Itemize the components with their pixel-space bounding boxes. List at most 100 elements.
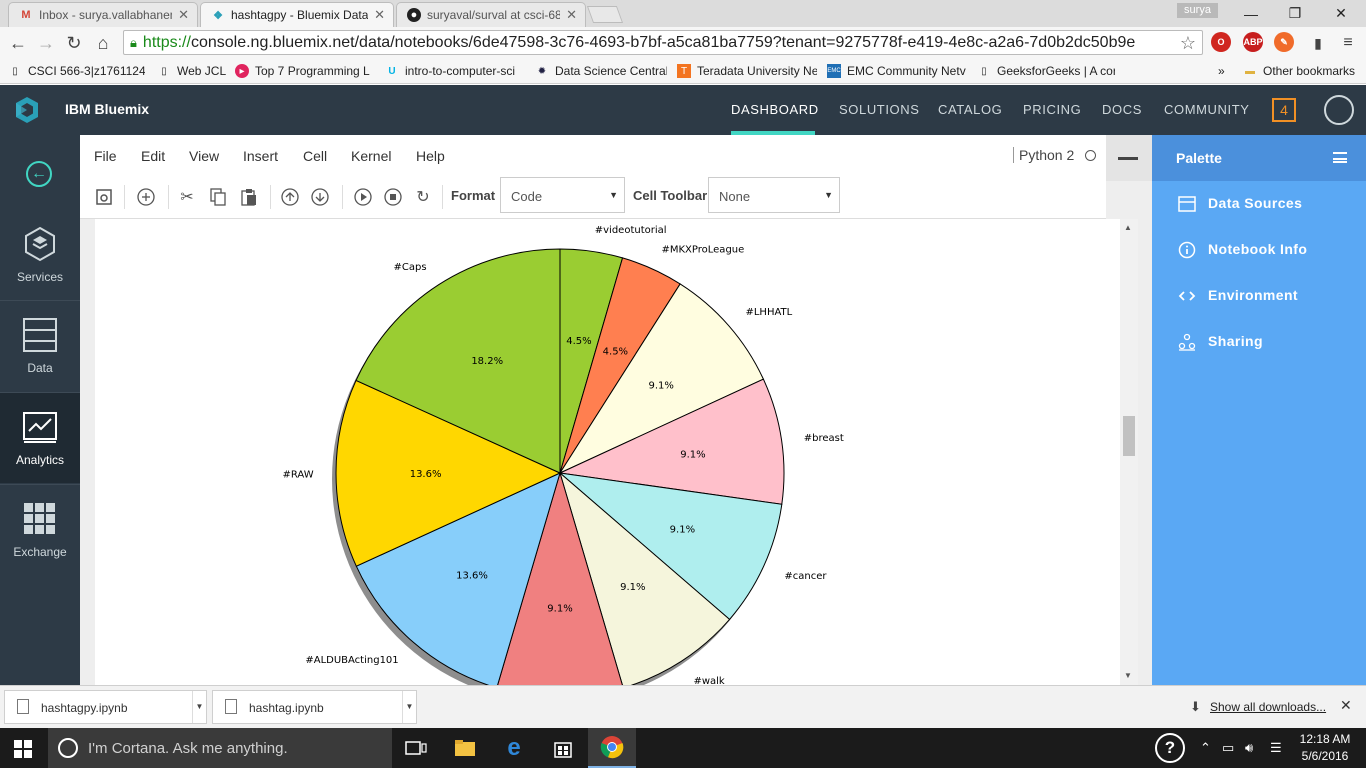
chrome-icon[interactable]: [588, 728, 636, 768]
chevron-down-icon[interactable]: ▼: [402, 691, 416, 723]
nav-docs[interactable]: DOCS: [1102, 102, 1142, 117]
download-item[interactable]: hashtag.ipynb ▼: [212, 690, 417, 724]
rail-item-services[interactable]: Services: [0, 210, 80, 300]
home-icon[interactable]: ⌂: [91, 31, 115, 55]
tab-gmail[interactable]: M Inbox - surya.vallabhaneni ✕: [8, 2, 198, 27]
bookmark-star-icon[interactable]: ☆: [1180, 33, 1196, 54]
rail-item-data[interactable]: Data: [0, 301, 80, 391]
edge-icon[interactable]: e: [490, 728, 538, 768]
menu-edit[interactable]: Edit: [141, 148, 165, 164]
copy-icon[interactable]: [209, 188, 227, 206]
menu-icon[interactable]: ≡: [1336, 31, 1360, 55]
menu-view[interactable]: View: [189, 148, 219, 164]
clock[interactable]: 12:18 AM 5/6/2016: [1290, 731, 1360, 765]
palette-item-notebook-info[interactable]: Notebook Info: [1152, 238, 1366, 262]
restore-icon[interactable]: ❐: [1272, 0, 1318, 27]
menu-help[interactable]: Help: [416, 148, 445, 164]
close-icon[interactable]: ✕: [1340, 697, 1352, 714]
paste-icon[interactable]: [240, 188, 258, 206]
new-tab-button[interactable]: [586, 6, 624, 23]
run-cell-icon[interactable]: [354, 188, 372, 206]
reload-icon[interactable]: ↻: [62, 31, 86, 55]
move-up-icon[interactable]: [281, 188, 299, 206]
file-explorer-icon[interactable]: [441, 728, 489, 768]
restart-kernel-icon[interactable]: ↻: [414, 188, 432, 206]
bookmark-item[interactable]: ▯ GeeksforGeeks | A cor: [977, 62, 1115, 80]
scrollbar-thumb[interactable]: [1123, 416, 1135, 456]
palette-item-sharing[interactable]: Sharing: [1152, 330, 1366, 354]
forward-icon[interactable]: →: [34, 31, 58, 55]
nav-catalog[interactable]: CATALOG: [938, 102, 1002, 117]
rail-item-exchange[interactable]: Exchange: [0, 485, 80, 575]
battery-icon[interactable]: ▭: [1222, 740, 1234, 756]
move-down-icon[interactable]: [311, 188, 329, 206]
rail-item-label: Services: [16, 270, 63, 284]
bluemix-logo-icon[interactable]: [12, 95, 42, 125]
analytics-icon: [23, 412, 57, 443]
nav-solutions[interactable]: SOLUTIONS: [839, 102, 920, 117]
cut-icon[interactable]: ✂: [178, 188, 196, 206]
tab-bluemix[interactable]: ❖ hashtagpy - Bluemix Data ✕: [200, 2, 394, 27]
bookmark-item[interactable]: T Teradata University Ne: [677, 62, 817, 80]
stop-kernel-icon[interactable]: [384, 188, 402, 206]
palette-item-environment[interactable]: Environment: [1152, 284, 1366, 308]
action-center-icon[interactable]: ☰: [1270, 740, 1282, 756]
back-icon[interactable]: ←: [6, 31, 30, 55]
nav-community[interactable]: COMMUNITY: [1164, 102, 1250, 117]
chevron-up-icon[interactable]: ⌃: [1200, 740, 1211, 756]
notebook-scrollbar[interactable]: ▲ ▼: [1120, 219, 1138, 685]
bookmark-item[interactable]: ✹ Data Science Central: [535, 62, 667, 80]
menu-kernel[interactable]: Kernel: [351, 148, 391, 164]
format-select[interactable]: Code ▼: [500, 177, 625, 213]
save-icon[interactable]: [95, 188, 113, 206]
hamburger-icon[interactable]: [1333, 152, 1347, 163]
chevron-down-icon[interactable]: ▼: [192, 691, 206, 723]
palette-item-data-sources[interactable]: Data Sources: [1152, 192, 1366, 216]
insert-cell-icon[interactable]: [137, 188, 155, 206]
other-bookmarks[interactable]: ▬ Other bookmarks: [1243, 62, 1355, 80]
windows-start-icon[interactable]: [14, 740, 32, 758]
bookmark-item[interactable]: ▯ Web JCL: [157, 62, 227, 80]
help-icon[interactable]: ?: [1155, 733, 1185, 763]
pie-percent-label: 9.1%: [547, 603, 572, 614]
close-tab-icon[interactable]: ✕: [178, 7, 189, 23]
tab-github[interactable]: ● suryaval/surval at csci-680 ✕: [396, 2, 586, 27]
nav-pricing[interactable]: PRICING: [1023, 102, 1081, 117]
volume-icon[interactable]: 🔊︎: [1245, 740, 1253, 756]
show-all-downloads-link[interactable]: Show all downloads...: [1210, 700, 1326, 714]
bookmark-item[interactable]: ▯ CSCI 566-3|z1761124|: [8, 62, 145, 80]
pen-icon[interactable]: ✎: [1274, 32, 1294, 52]
close-tab-icon[interactable]: ✕: [374, 7, 385, 23]
palette-item-label: Data Sources: [1208, 195, 1303, 211]
bookmark-item[interactable]: U intro-to-computer-sci: [385, 62, 525, 80]
menu-cell[interactable]: Cell: [303, 148, 327, 164]
store-icon[interactable]: [539, 728, 587, 768]
avatar[interactable]: [1324, 95, 1354, 125]
nav-dashboard[interactable]: DASHBOARD: [731, 102, 819, 117]
menu-file[interactable]: File: [94, 148, 117, 164]
bookmarks-overflow[interactable]: »: [1218, 62, 1225, 80]
collapse-header-button[interactable]: [1106, 135, 1152, 181]
cortana-search-box[interactable]: I'm Cortana. Ask me anything.: [48, 728, 392, 768]
menu-insert[interactable]: Insert: [243, 148, 278, 164]
close-tab-icon[interactable]: ✕: [566, 7, 577, 23]
profile-button[interactable]: surya: [1177, 3, 1218, 18]
address-bar[interactable]: 🔒︎ https:// console.ng.bluemix.net/data/…: [123, 30, 1203, 55]
adblock-icon[interactable]: ABP: [1243, 32, 1263, 52]
extension-icon[interactable]: ▮: [1306, 31, 1330, 55]
brand-name[interactable]: IBM Bluemix: [65, 101, 149, 117]
cell-toolbar-select[interactable]: None ▼: [708, 177, 840, 213]
close-window-icon[interactable]: ✕: [1318, 0, 1364, 27]
download-item[interactable]: hashtagpy.ipynb ▼: [4, 690, 207, 724]
scroll-down-icon[interactable]: ▼: [1124, 671, 1132, 680]
opera-icon[interactable]: O: [1211, 32, 1231, 52]
back-arrow-icon[interactable]: ←: [26, 161, 52, 187]
minimize-icon[interactable]: —: [1228, 0, 1274, 27]
notifications-badge[interactable]: 4: [1272, 98, 1296, 122]
bookmark-item[interactable]: ▸ Top 7 Programming L: [235, 62, 375, 80]
task-view-icon[interactable]: [392, 728, 440, 768]
palette-title: Palette: [1176, 150, 1222, 166]
bookmark-item[interactable]: EMC EMC Community Netv: [827, 62, 967, 80]
scroll-up-icon[interactable]: ▲: [1124, 223, 1132, 232]
rail-item-analytics[interactable]: Analytics: [0, 393, 80, 483]
